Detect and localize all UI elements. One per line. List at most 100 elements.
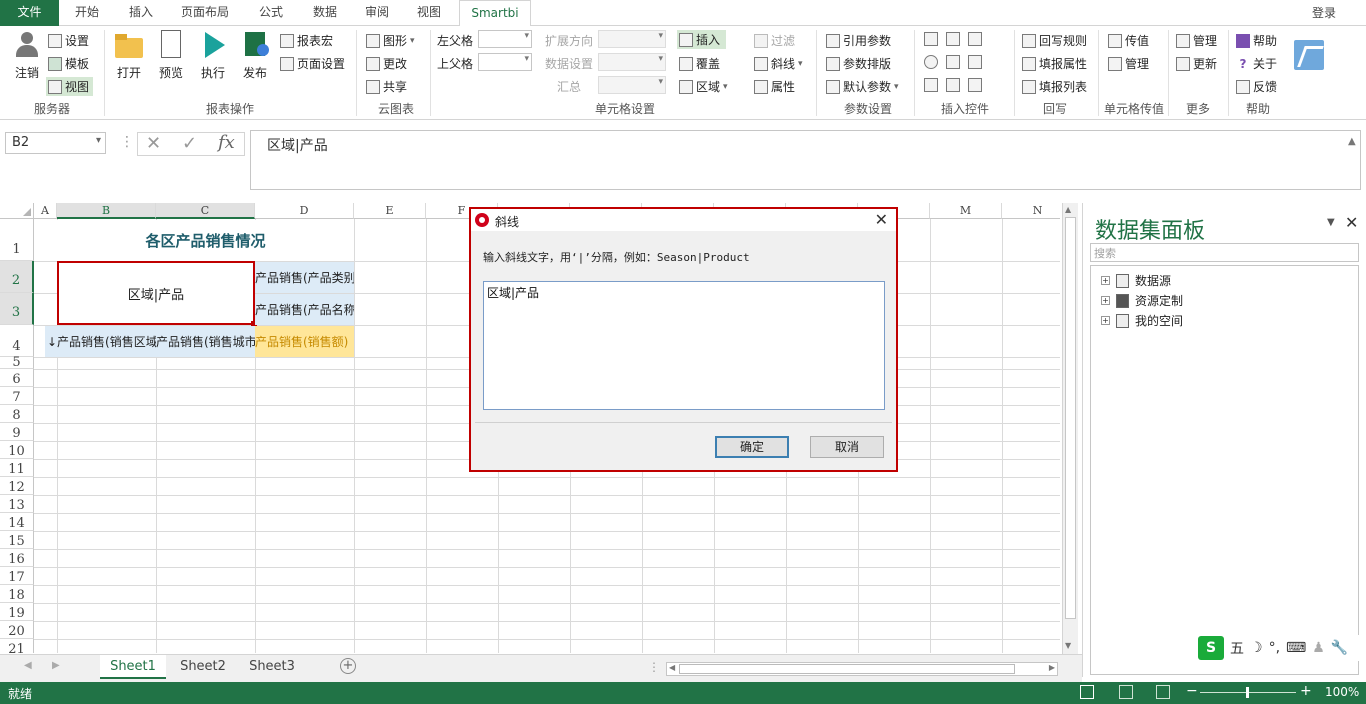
page-break-view-icon[interactable] bbox=[1156, 685, 1170, 699]
insert-button[interactable]: 插入 bbox=[677, 30, 727, 49]
cancel-button[interactable]: 取消 bbox=[810, 436, 884, 458]
param-layout-button[interactable]: 参数排版 bbox=[826, 55, 891, 72]
settings-button[interactable]: 设置 bbox=[48, 32, 89, 49]
ref-param-button[interactable]: 引用参数 bbox=[826, 32, 891, 49]
row-header-19[interactable]: 19 bbox=[0, 603, 34, 621]
publish-button[interactable]: 发布 bbox=[234, 30, 276, 81]
row-header-13[interactable]: 13 bbox=[0, 495, 34, 513]
macro-button[interactable]: 报表宏 bbox=[280, 32, 333, 49]
row-header-12[interactable]: 12 bbox=[0, 477, 34, 495]
panel-menu-chevron-icon[interactable]: ▼ bbox=[1327, 217, 1335, 228]
row-header-15[interactable]: 15 bbox=[0, 531, 34, 549]
sheet-next-icon[interactable]: ▶ bbox=[52, 660, 60, 671]
cover-button[interactable]: 覆盖 bbox=[679, 55, 720, 72]
logout-button[interactable]: 注销 bbox=[6, 30, 48, 81]
tab-home[interactable]: 开始 bbox=[64, 0, 110, 26]
formula-collapse-icon[interactable]: ▲ bbox=[1348, 136, 1356, 147]
dropdown-control-icon[interactable] bbox=[946, 55, 960, 69]
filter-button[interactable]: 过滤 bbox=[754, 32, 795, 49]
expand-direction-select[interactable] bbox=[598, 30, 666, 48]
panel-search-input[interactable]: 搜索 bbox=[1090, 243, 1359, 262]
cell-d2[interactable]: 产品销售(产品类别) bbox=[255, 262, 354, 293]
row-header-11[interactable]: 11 bbox=[0, 459, 34, 477]
vertical-scrollbar[interactable]: ▲ ▼ bbox=[1062, 203, 1078, 654]
column-header-n[interactable]: N bbox=[1002, 203, 1060, 219]
diagonal-button[interactable]: 斜线 ▾ bbox=[754, 55, 803, 72]
formula-input[interactable]: 区域|产品 bbox=[250, 130, 1361, 190]
name-box[interactable]: B2 bbox=[5, 132, 106, 154]
tab-formulas[interactable]: 公式 bbox=[248, 0, 294, 26]
sheet-tab-sheet1[interactable]: Sheet1 bbox=[100, 655, 166, 679]
dialog-titlebar[interactable]: 斜线 ✕ bbox=[471, 209, 896, 231]
area-button[interactable]: 区域 ▾ bbox=[679, 78, 728, 95]
preview-button[interactable]: 预览 bbox=[150, 30, 192, 81]
ok-button[interactable]: 确定 bbox=[715, 436, 789, 458]
chart-button[interactable]: 图形 ▾ bbox=[366, 32, 415, 49]
tab-file[interactable]: 文件 bbox=[0, 0, 59, 26]
expand-plus-icon[interactable]: + bbox=[1101, 276, 1110, 285]
cancel-x-icon[interactable]: ✕ bbox=[146, 133, 161, 154]
row-header-20[interactable]: 20 bbox=[0, 621, 34, 639]
login-link[interactable]: 登录 bbox=[1312, 4, 1336, 21]
more-manage-button[interactable]: 管理 bbox=[1176, 32, 1217, 49]
row-header-9[interactable]: 9 bbox=[0, 423, 34, 441]
sheet-tab-sheet2[interactable]: Sheet2 bbox=[170, 655, 236, 679]
normal-view-icon[interactable] bbox=[1080, 685, 1094, 699]
change-button[interactable]: 更改 bbox=[366, 55, 407, 72]
zoom-slider-handle[interactable] bbox=[1246, 687, 1249, 698]
row-header-10[interactable]: 10 bbox=[0, 441, 34, 459]
data-settings-select[interactable] bbox=[598, 53, 666, 71]
function-fx-icon[interactable]: fx bbox=[218, 132, 235, 153]
top-parent-select[interactable] bbox=[478, 53, 532, 71]
row-header-16[interactable]: 16 bbox=[0, 549, 34, 567]
share-button[interactable]: 共享 bbox=[366, 78, 407, 95]
row-header-4[interactable]: 4 bbox=[0, 325, 34, 357]
label-control-icon[interactable] bbox=[968, 78, 982, 92]
zoom-out-icon[interactable]: − bbox=[1186, 683, 1198, 699]
row-header-8[interactable]: 8 bbox=[0, 405, 34, 423]
column-header-a[interactable]: A bbox=[34, 203, 57, 219]
column-header-m[interactable]: M bbox=[930, 203, 1002, 219]
horizontal-scrollbar[interactable]: ◀ ▶ bbox=[666, 662, 1058, 676]
expand-plus-icon[interactable]: + bbox=[1101, 296, 1110, 305]
column-header-b[interactable]: B bbox=[57, 203, 156, 219]
calendar-control-icon[interactable] bbox=[968, 32, 982, 46]
list-control-icon[interactable] bbox=[946, 32, 960, 46]
scroll-down-icon[interactable]: ▼ bbox=[1065, 641, 1071, 650]
default-param-button[interactable]: 默认参数 ▾ bbox=[826, 78, 899, 95]
add-sheet-icon[interactable]: + bbox=[340, 658, 356, 674]
radio-control-icon[interactable] bbox=[924, 55, 938, 69]
ime-mode[interactable]: 五 bbox=[1230, 638, 1244, 658]
tree-item-resource[interactable]: + 资源定制 bbox=[1101, 292, 1183, 309]
expand-plus-icon[interactable]: + bbox=[1101, 316, 1110, 325]
open-button[interactable]: 打开 bbox=[108, 30, 150, 81]
cell-c4[interactable]: 产品销售(销售城市) bbox=[156, 326, 255, 357]
row-header-7[interactable]: 7 bbox=[0, 387, 34, 405]
row-header-18[interactable]: 18 bbox=[0, 585, 34, 603]
pass-manage-button[interactable]: 管理 bbox=[1108, 55, 1149, 72]
panel-close-icon[interactable]: ✕ bbox=[1345, 213, 1358, 232]
user-icon[interactable]: ♟ bbox=[1312, 640, 1325, 656]
column-header-d[interactable]: D bbox=[255, 203, 354, 219]
row-header-1[interactable]: 1 bbox=[0, 219, 34, 261]
row-header-21[interactable]: 21 bbox=[0, 639, 34, 653]
tab-page-layout[interactable]: 页面布局 bbox=[172, 0, 238, 26]
zoom-in-icon[interactable]: + bbox=[1300, 683, 1312, 699]
close-icon[interactable]: ✕ bbox=[875, 210, 888, 229]
tab-smartbi[interactable]: Smartbi bbox=[459, 0, 531, 27]
feedback-button[interactable]: 反馈 bbox=[1236, 78, 1277, 95]
tab-view[interactable]: 视图 bbox=[406, 0, 452, 26]
about-button[interactable]: ? 关于 bbox=[1236, 55, 1278, 72]
row-header-17[interactable]: 17 bbox=[0, 567, 34, 585]
writeback-rules-button[interactable]: 回写规则 bbox=[1022, 32, 1087, 49]
scroll-thumb[interactable] bbox=[679, 664, 1015, 674]
row-header-14[interactable]: 14 bbox=[0, 513, 34, 531]
summary-select[interactable] bbox=[598, 76, 666, 94]
update-button[interactable]: 更新 bbox=[1176, 55, 1217, 72]
row-header-2[interactable]: 2 bbox=[0, 261, 34, 293]
tree-item-myspace[interactable]: + 我的空间 bbox=[1101, 312, 1183, 329]
column-header-c[interactable]: C bbox=[156, 203, 255, 219]
tab-data[interactable]: 数据 bbox=[302, 0, 348, 26]
view-button[interactable]: 视图 bbox=[46, 77, 94, 96]
select-all-corner[interactable] bbox=[0, 203, 34, 219]
